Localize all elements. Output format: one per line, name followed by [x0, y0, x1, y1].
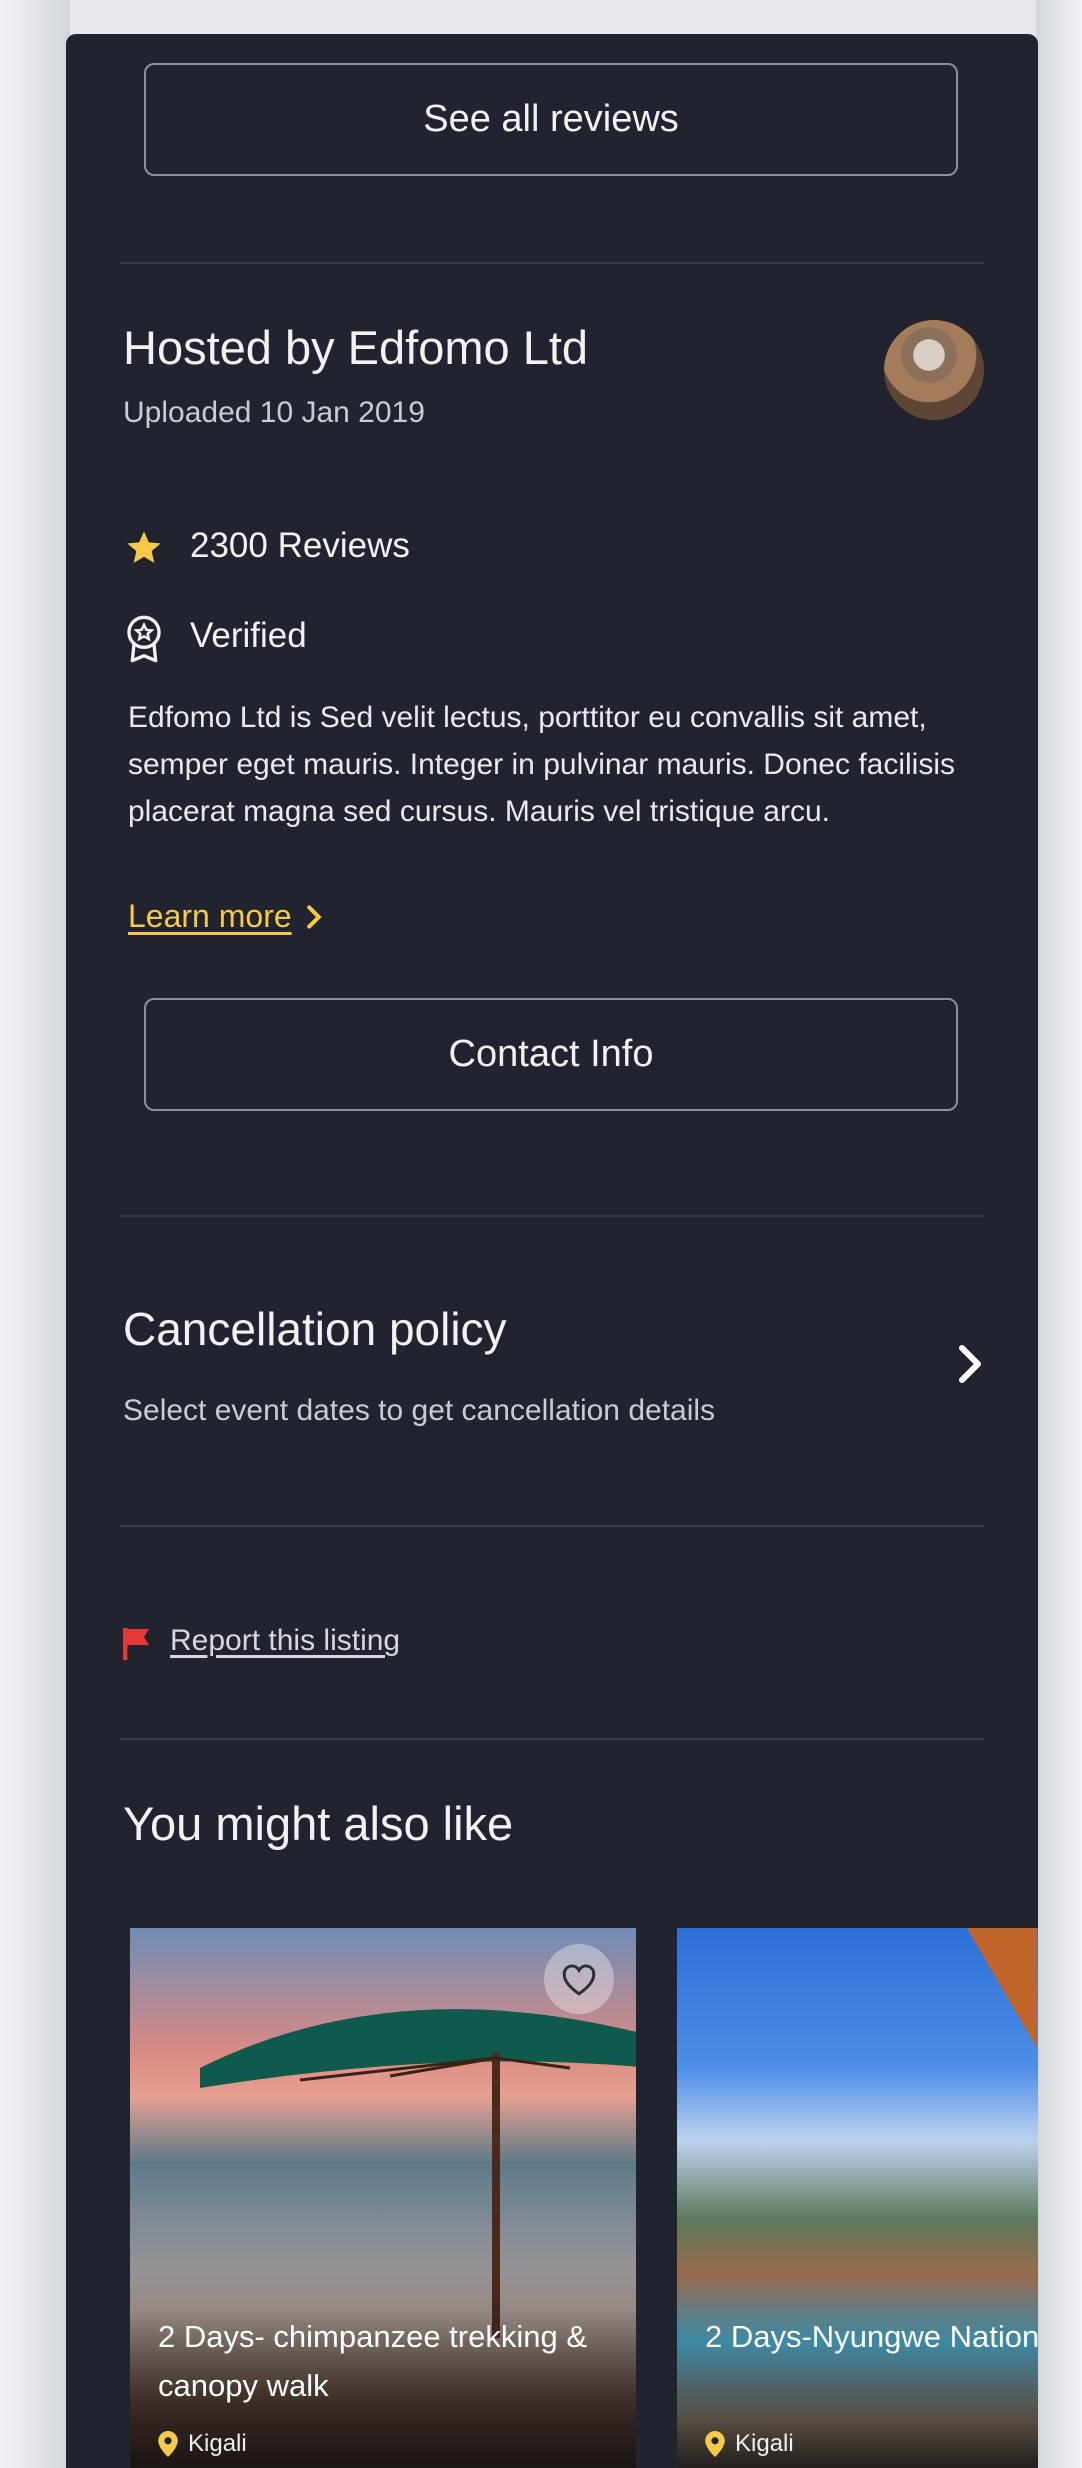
card-title: 2 Days- chimpanzee trekking & canopy wal… — [158, 2319, 588, 2403]
contact-info-label: Contact Info — [448, 1033, 654, 1075]
card-location-label: Kigali — [188, 2430, 247, 2457]
contact-info-button[interactable]: Contact Info — [144, 998, 958, 1111]
star-icon — [127, 531, 161, 563]
favorite-button[interactable] — [544, 1944, 614, 2014]
card-title: 2 Days-Nyungwe National Park & Lake Kivu… — [705, 2319, 1038, 2354]
divider — [120, 1738, 984, 1740]
screen: See all reviews Hosted by Edfomo Ltd Upl… — [66, 34, 1038, 2468]
recommendation-card[interactable]: 2 Days- chimpanzee trekking & canopy wal… — [130, 1928, 636, 2468]
cancellation-title: Cancellation policy — [123, 1303, 507, 1355]
see-all-reviews-label: See all reviews — [423, 98, 679, 140]
report-listing-link[interactable]: Report this listing — [170, 1624, 400, 1658]
verified-badge-icon — [127, 615, 161, 663]
learn-more-link[interactable]: Learn more — [128, 898, 322, 935]
reviews-count: 2300 Reviews — [190, 526, 410, 565]
recommendations-title: You might also like — [123, 1797, 514, 1850]
flag-icon — [123, 1628, 149, 1660]
card-location: Kigali — [158, 2430, 247, 2458]
host-avatar[interactable] — [884, 320, 984, 420]
learn-more-label: Learn more — [128, 898, 292, 934]
divider — [120, 262, 984, 264]
divider — [120, 1215, 984, 1217]
chevron-right-icon — [306, 904, 322, 929]
location-pin-icon — [705, 2431, 725, 2457]
chevron-right-icon[interactable] — [956, 1342, 984, 1386]
background-right — [1036, 0, 1082, 2468]
card-location: Kigali — [705, 2430, 794, 2458]
cancellation-subtitle: Select event dates to get cancellation d… — [123, 1394, 716, 1427]
heart-icon — [562, 1964, 596, 1996]
see-all-reviews-button[interactable]: See all reviews — [144, 63, 958, 176]
background-left — [0, 0, 70, 2468]
upload-date: Uploaded 10 Jan 2019 — [123, 396, 425, 429]
divider — [120, 1525, 984, 1527]
card-location-label: Kigali — [735, 2430, 794, 2457]
roof-image — [967, 1928, 1037, 2048]
host-title: Hosted by Edfomo Ltd — [123, 321, 589, 374]
location-pin-icon — [158, 2431, 178, 2457]
recommendation-card[interactable]: 2 Days-Nyungwe National Park & Lake Kivu… — [677, 1928, 1038, 2468]
verified-label: Verified — [190, 616, 307, 655]
host-description: Edfomo Ltd is Sed velit lectus, porttito… — [128, 701, 956, 828]
